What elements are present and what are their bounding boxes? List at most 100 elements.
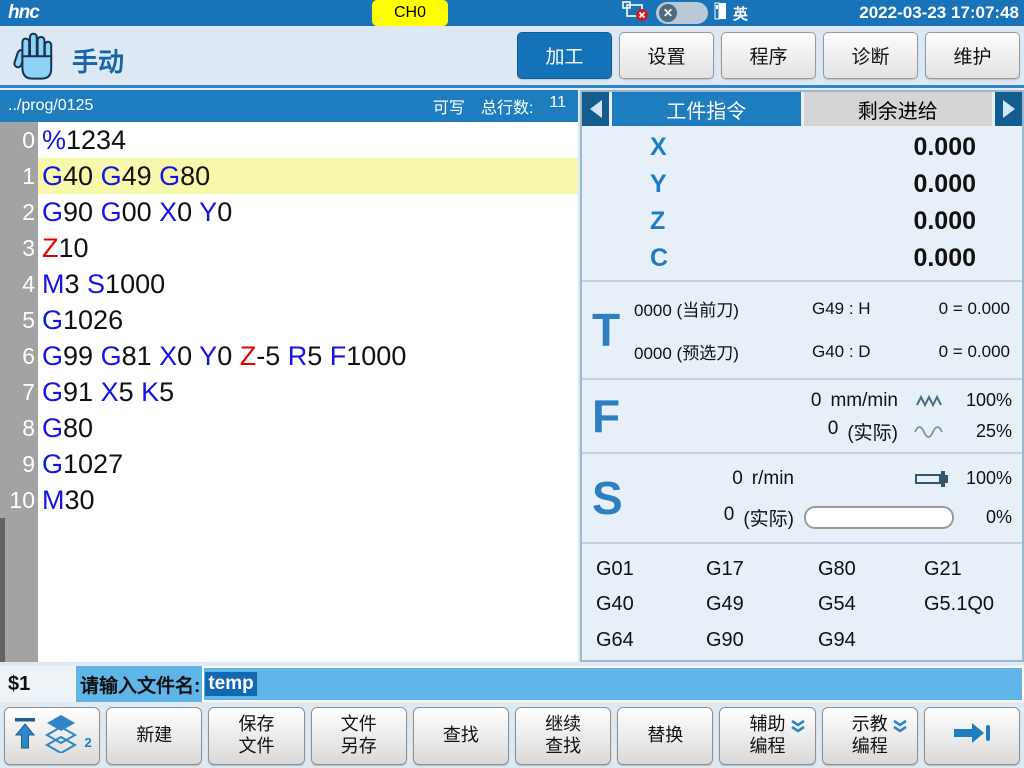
- next-page-arrow[interactable]: [995, 92, 1022, 126]
- save-file-button[interactable]: 保存文件: [208, 707, 304, 765]
- code-token: 99: [63, 341, 101, 371]
- code-token: M: [42, 269, 65, 299]
- find-button[interactable]: 查找: [413, 707, 509, 765]
- code-token: 80: [63, 413, 93, 443]
- code-token: 5: [119, 377, 142, 407]
- language-indicator[interactable]: 英: [733, 3, 748, 24]
- override-unit: (实际): [743, 504, 794, 531]
- editor-body[interactable]: 0%12341G40 G49 G802G90 G00 X0 Y03Z104M3 …: [0, 122, 578, 662]
- override-row: 0r/min100%: [634, 459, 1012, 498]
- code-line[interactable]: 4M3 S1000: [0, 266, 578, 302]
- scroll-layers-button[interactable]: 2: [4, 707, 100, 765]
- code-token: 91: [63, 377, 101, 407]
- line-code: G91 X5 K5: [38, 374, 578, 410]
- axis-value: 0.000: [913, 244, 976, 273]
- main-tab-2[interactable]: 程序: [721, 32, 816, 79]
- tab-workpiece-command[interactable]: 工件指令: [612, 92, 801, 126]
- replace-button[interactable]: 替换: [617, 707, 713, 765]
- softkey-label: 查找: [443, 725, 479, 747]
- code-line[interactable]: 2G90 G00 X0 Y0: [0, 194, 578, 230]
- line-number: 7: [0, 374, 38, 410]
- code-token: 1026: [63, 305, 123, 335]
- chevron-double-down-icon: [790, 718, 806, 740]
- tool-number: 0000 (当前刀): [634, 296, 812, 321]
- code-line[interactable]: 3Z10: [0, 230, 578, 266]
- save-as-button[interactable]: 文件另存: [311, 707, 407, 765]
- find-next-button[interactable]: 继续查找: [515, 707, 611, 765]
- rapid-override-icon: [906, 394, 954, 408]
- main-tab-1[interactable]: 设置: [619, 32, 714, 79]
- tool-rows: 0000 (当前刀)G49 : H0 = 0.0000000 (预选刀)G40 …: [634, 287, 1012, 373]
- code-token: 80: [180, 161, 210, 191]
- main-tab-3[interactable]: 诊断: [823, 32, 918, 79]
- code-line[interactable]: 5G1026: [0, 302, 578, 338]
- softkey-label: 新建: [136, 725, 172, 747]
- line-number: 4: [0, 266, 38, 302]
- filename-prompt: 请输入文件名:: [76, 671, 202, 698]
- override-unit: mm/min: [830, 390, 898, 412]
- tab-remaining-feed[interactable]: 剩余进给: [804, 92, 993, 126]
- line-code: M3 S1000: [38, 266, 578, 302]
- override-value: 0(实际): [828, 418, 898, 445]
- softkey-label: 保存: [239, 714, 275, 736]
- modal-gcode: G80: [818, 554, 924, 589]
- code-line[interactable]: 9G1027: [0, 446, 578, 482]
- axis-row-Z: Z0.000: [582, 203, 1022, 240]
- code-token: %: [42, 125, 66, 155]
- hnc-logo: hnc: [8, 2, 39, 24]
- prev-page-arrow[interactable]: [582, 92, 609, 126]
- code-line[interactable]: 6G99 G81 X0 Y0 Z-5 R5 F1000: [0, 338, 578, 374]
- line-number: 0: [0, 122, 38, 158]
- new-file-button[interactable]: 新建: [106, 707, 202, 765]
- code-line[interactable]: 0%1234: [0, 122, 578, 158]
- line-code: %1234: [38, 122, 578, 158]
- tool-comp-code: G49 : H: [812, 299, 924, 319]
- code-token: R: [288, 341, 308, 371]
- line-code: G40 G49 G80: [38, 158, 578, 194]
- next-menu-button[interactable]: [924, 707, 1020, 765]
- code-token: X: [159, 341, 177, 371]
- code-line[interactable]: 10M30: [0, 482, 578, 518]
- main-tabs: 加工设置程序诊断维护: [517, 32, 1020, 79]
- line-number: 3: [0, 230, 38, 266]
- line-code: G80: [38, 410, 578, 446]
- feed-letter: F: [592, 393, 620, 439]
- manual-mode-hand-icon: [8, 29, 56, 90]
- override-percent: 0%: [954, 507, 1012, 528]
- channel-label: $1: [0, 666, 76, 702]
- code-line[interactable]: 8G80: [0, 410, 578, 446]
- code-token: K: [141, 377, 159, 407]
- code-token: G: [42, 305, 63, 335]
- softkey-label: 文件: [239, 736, 275, 758]
- filename-input[interactable]: temp: [202, 666, 1024, 702]
- line-code: G1026: [38, 302, 578, 338]
- line-number: 8: [0, 410, 38, 446]
- line-number: 9: [0, 446, 38, 482]
- spindle-rows: 0r/min100%0(实际)0%: [634, 459, 1012, 537]
- softkey-label: 另存: [341, 736, 377, 758]
- code-token: G: [42, 413, 63, 443]
- aux-programming-button[interactable]: 辅助编程: [719, 707, 815, 765]
- code-token: 1234: [66, 125, 126, 155]
- code-token: G: [42, 341, 63, 371]
- modal-gcode-grid: G01G17G80G21G40G49G54G5.1Q0G64G90G94: [582, 544, 1022, 660]
- main-tab-4[interactable]: 维护: [925, 32, 1020, 79]
- feed-section: F 0mm/min100%0(实际)25%: [582, 380, 1022, 454]
- code-token: 1000: [346, 341, 406, 371]
- total-lines-value: 11: [549, 94, 566, 118]
- tool-section: T 0000 (当前刀)G49 : H0 = 0.0000000 (预选刀)G4…: [582, 282, 1022, 380]
- modal-gcode: G90: [706, 625, 818, 660]
- axis-row-X: X0.000: [582, 129, 1022, 166]
- code-line[interactable]: 1G40 G49 G80: [0, 158, 578, 194]
- status-panel-header: 工件指令 剩余进给: [582, 92, 1022, 126]
- override-percent: 100%: [954, 390, 1012, 411]
- modal-gcode: G5.1Q0: [924, 589, 1022, 624]
- main-tab-0[interactable]: 加工: [517, 32, 612, 79]
- softkey-toolbar: 2新建保存文件文件另存查找继续查找替换辅助编程示教编程: [0, 704, 1024, 768]
- code-token: 5: [307, 341, 330, 371]
- teach-programming-button[interactable]: 示教编程: [822, 707, 918, 765]
- ime-icon: [714, 2, 727, 25]
- tool-comp-value: 0 = 0.000: [924, 342, 1012, 362]
- code-line[interactable]: 7G91 X5 K5: [0, 374, 578, 410]
- override-unit: (实际): [847, 418, 898, 445]
